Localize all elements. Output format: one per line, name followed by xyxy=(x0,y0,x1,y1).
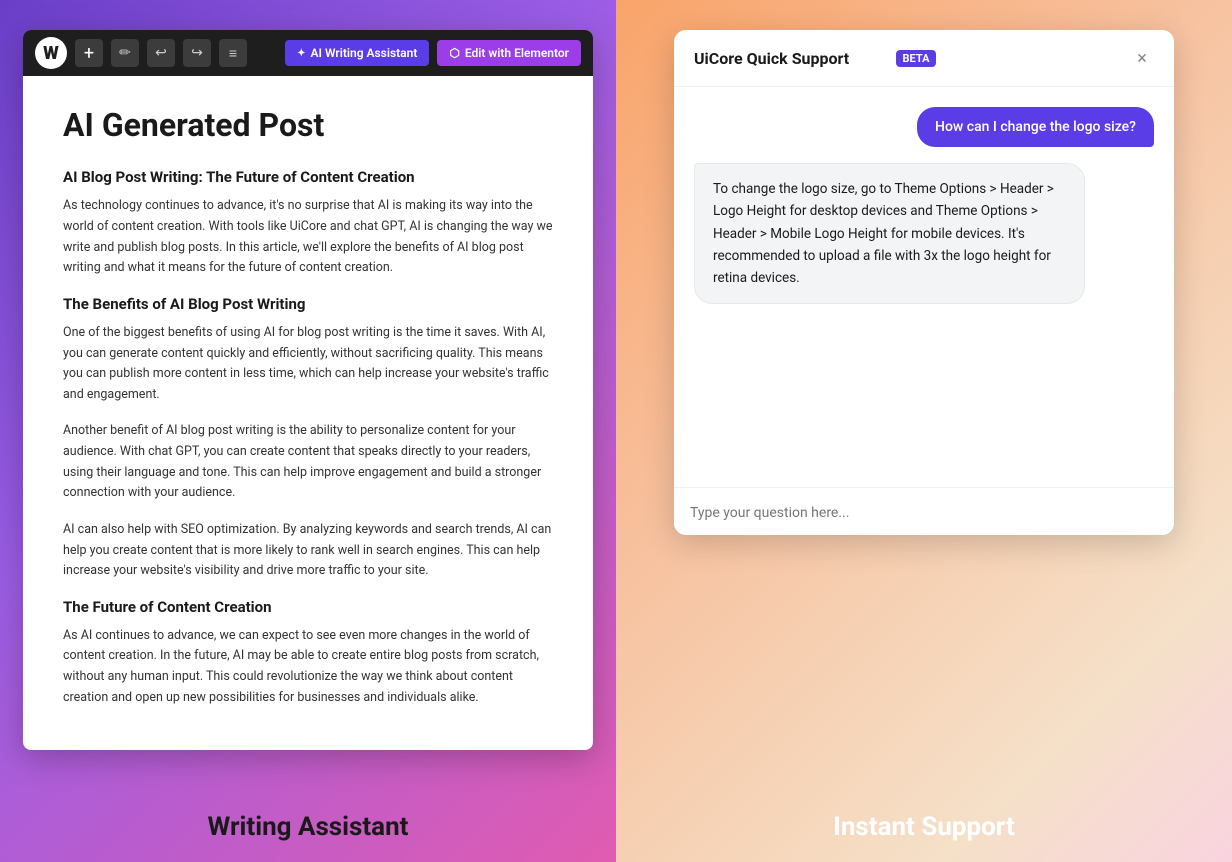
redo-button[interactable]: ↪ xyxy=(183,39,211,67)
ai-writing-btn-label: AI Writing Assistant xyxy=(311,46,418,60)
editor-window: W + ✏ ↩ ↪ ≡ ✦ AI Writing Assistant ⬡ Edi… xyxy=(23,30,593,750)
chat-body: How can I change the logo size? To chang… xyxy=(674,87,1174,487)
post-title: AI Generated Post xyxy=(63,106,553,144)
section2-body1: One of the biggest benefits of using AI … xyxy=(63,323,553,406)
beta-badge: BETA xyxy=(896,50,937,67)
left-panel-label: Writing Assistant xyxy=(0,812,616,842)
elementor-icon: ⬡ xyxy=(449,46,459,60)
undo-button[interactable]: ↩ xyxy=(147,39,175,67)
editor-content: AI Generated Post AI Blog Post Writing: … xyxy=(23,76,593,750)
editor-toolbar: W + ✏ ↩ ↪ ≡ ✦ AI Writing Assistant ⬡ Edi… xyxy=(23,30,593,76)
wp-logo-icon: W xyxy=(35,37,67,69)
chat-input[interactable] xyxy=(690,505,1158,521)
chat-title: UiCore Quick Support xyxy=(694,49,888,68)
user-message-bubble: How can I change the logo size? xyxy=(917,107,1154,147)
pen-button[interactable]: ✏ xyxy=(111,39,139,67)
bot-message-bubble: To change the logo size, go to Theme Opt… xyxy=(694,163,1085,304)
left-panel: W + ✏ ↩ ↪ ≡ ✦ AI Writing Assistant ⬡ Edi… xyxy=(0,0,616,862)
section2-heading: The Benefits of AI Blog Post Writing xyxy=(63,295,553,313)
chat-header: UiCore Quick Support BETA × xyxy=(674,30,1174,87)
section1-heading: AI Blog Post Writing: The Future of Cont… xyxy=(63,168,553,186)
section2-body3: AI can also help with SEO optimization. … xyxy=(63,520,553,582)
chat-input-area[interactable] xyxy=(674,487,1174,535)
menu-button[interactable]: ≡ xyxy=(219,39,247,67)
section3-heading: The Future of Content Creation xyxy=(63,598,553,616)
right-panel-label: Instant Support xyxy=(616,812,1232,842)
right-panel: UiCore Quick Support BETA × How can I ch… xyxy=(616,0,1232,862)
close-button[interactable]: × xyxy=(1130,46,1154,70)
ai-writing-assistant-button[interactable]: ✦ AI Writing Assistant xyxy=(285,40,429,66)
elementor-btn-label: Edit with Elementor xyxy=(465,46,569,60)
chat-window: UiCore Quick Support BETA × How can I ch… xyxy=(674,30,1174,535)
section2-body2: Another benefit of AI blog post writing … xyxy=(63,421,553,504)
edit-with-elementor-button[interactable]: ⬡ Edit with Elementor xyxy=(437,40,581,66)
sparkle-icon: ✦ xyxy=(297,48,305,59)
section3-body: As AI continues to advance, we can expec… xyxy=(63,626,553,709)
section1-body: As technology continues to advance, it's… xyxy=(63,196,553,279)
add-block-button[interactable]: + xyxy=(75,39,103,67)
